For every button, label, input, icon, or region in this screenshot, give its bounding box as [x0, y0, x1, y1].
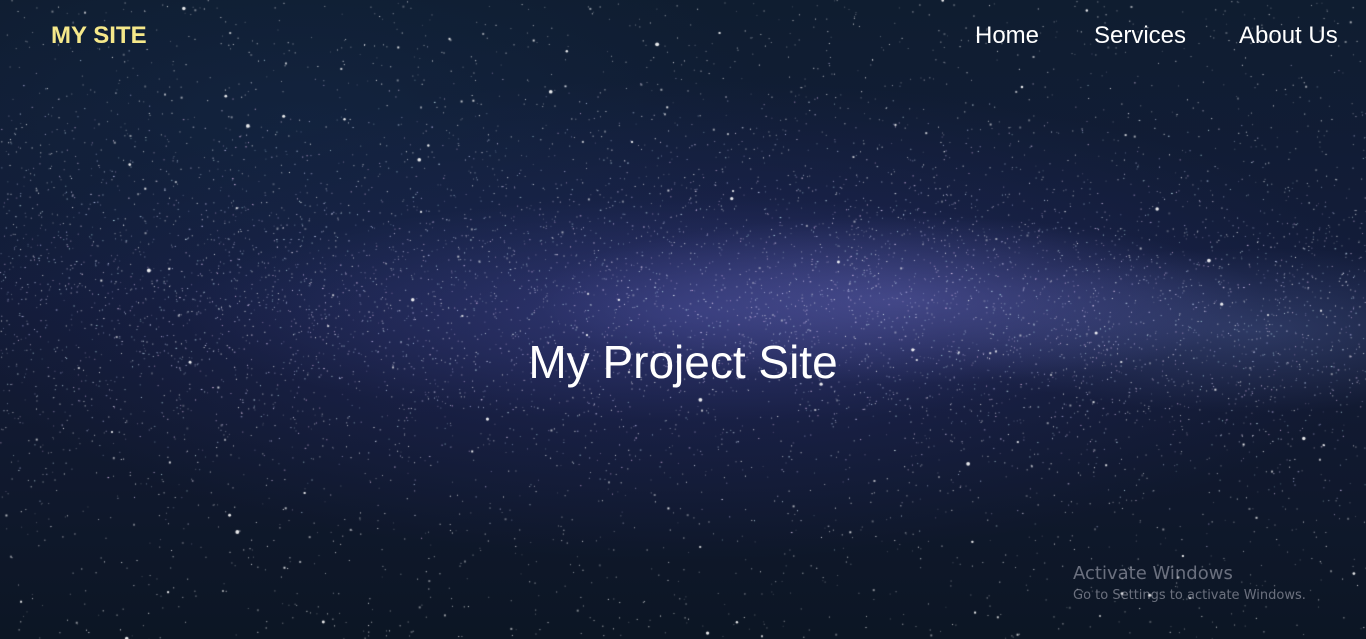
watermark-title: Activate Windows: [1073, 563, 1233, 584]
hero-title: My Project Site: [528, 336, 838, 388]
site-logo[interactable]: MY SITE: [51, 22, 147, 50]
starfield-background: [0, 0, 1366, 639]
windows-activation-watermark: Activate Windows Go to Settings to activ…: [1073, 563, 1306, 605]
watermark-subtitle: Go to Settings to activate Windows.: [1073, 588, 1306, 603]
nav-link-services[interactable]: Services: [1094, 22, 1186, 50]
navbar: MY SITE Home Services About Us: [0, 0, 1366, 76]
hero-section: MY SITE Home Services About Us My Projec…: [0, 0, 1366, 639]
nav-link-about-us[interactable]: About Us: [1239, 22, 1338, 50]
nav-link-home[interactable]: Home: [975, 22, 1039, 50]
